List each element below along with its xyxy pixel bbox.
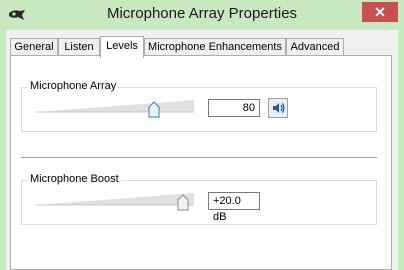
microphone-boost-group: Microphone Boost +20.0 dB <box>21 173 377 225</box>
tab-general[interactable]: General <box>10 38 58 56</box>
microphone-array-group: Microphone Array 80 <box>21 80 377 132</box>
microphone-boost-label: Microphone Boost <box>28 173 121 185</box>
tab-levels[interactable]: Levels <box>100 36 144 58</box>
mute-toggle-button[interactable] <box>268 98 288 118</box>
properties-window: Microphone Array Properties ✕ General Li… <box>0 0 404 270</box>
title-bar[interactable]: Microphone Array Properties ✕ <box>0 0 404 30</box>
window-title: Microphone Array Properties <box>106 5 298 22</box>
dialog-client-area: General Listen Levels Microphone Enhance… <box>6 30 398 270</box>
tab-microphone-enhancements[interactable]: Microphone Enhancements <box>144 38 286 56</box>
microphone-array-value-field[interactable]: 80 <box>208 99 260 117</box>
close-button[interactable]: ✕ <box>362 2 398 22</box>
tab-advanced[interactable]: Advanced <box>286 38 344 56</box>
section-separator <box>21 157 377 158</box>
microphone-array-label: Microphone Array <box>28 80 119 92</box>
levels-tab-page: Microphone Array 80 Microphone Boost +20… <box>10 55 392 270</box>
microphone-array-slider[interactable] <box>36 98 194 118</box>
microphone-boost-value-field[interactable]: +20.0 dB <box>208 192 260 223</box>
tab-listen[interactable]: Listen <box>58 38 100 56</box>
microphone-boost-slider[interactable] <box>36 191 194 211</box>
speaker-icon <box>273 103 285 113</box>
